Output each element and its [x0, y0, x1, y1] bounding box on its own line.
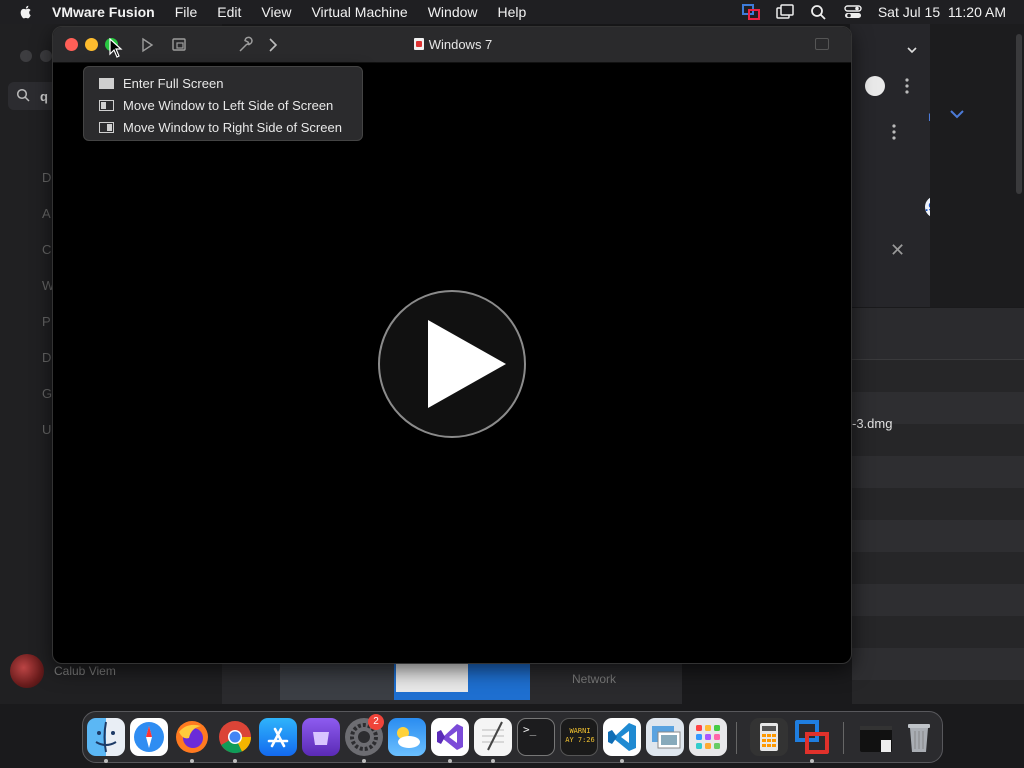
restore-icon[interactable]	[815, 38, 829, 50]
user-name: Calub Viem	[54, 664, 116, 678]
more-icon	[905, 78, 909, 94]
avatar	[10, 654, 44, 688]
dock: >_ WARNI AY 7:26	[82, 711, 943, 763]
menu-item-enter-full-screen[interactable]: Enter Full Screen	[84, 72, 362, 94]
chrome-icon[interactable]	[216, 718, 254, 756]
launchpad-icon[interactable]	[689, 718, 727, 756]
network-label: Network	[572, 672, 617, 686]
tile-left-icon	[99, 99, 114, 111]
background-app-right: rs .99 ✕	[850, 24, 967, 307]
menu-item-move-left[interactable]: Move Window to Left Side of Screen	[84, 94, 362, 116]
terminal-icon[interactable]: >_	[517, 718, 555, 756]
menu-virtual-machine[interactable]: Virtual Machine	[311, 4, 407, 20]
clock[interactable]: Sat Jul 15 11:20 AM	[878, 4, 1006, 20]
user-icon	[865, 76, 885, 96]
purple-app-icon[interactable]	[302, 718, 340, 756]
search-text: q	[40, 89, 48, 104]
vmware-fusion-icon[interactable]	[741, 4, 760, 20]
weather-icon[interactable]	[388, 718, 426, 756]
control-center-icon[interactable]	[844, 4, 862, 20]
firefox-icon[interactable]	[173, 718, 211, 756]
more-icon	[892, 124, 896, 140]
window-tiling-menu: Enter Full Screen Move Window to Left Si…	[83, 66, 363, 141]
file-name: -3.dmg	[852, 416, 893, 431]
menu-file[interactable]: File	[175, 4, 198, 20]
notification-badge: 2	[368, 714, 384, 730]
trash-icon[interactable]	[900, 718, 938, 756]
app-store-icon[interactable]	[259, 718, 297, 756]
menu-view[interactable]: View	[261, 4, 291, 20]
menu-app-name[interactable]: VMware Fusion	[52, 4, 155, 20]
menu-item-label: Move Window to Right Side of Screen	[123, 119, 342, 135]
vm-titlebar: Windows 7	[53, 27, 851, 63]
mouse-cursor-icon	[109, 38, 123, 58]
play-button[interactable]	[378, 290, 526, 438]
preview-icon[interactable]	[646, 718, 684, 756]
console-line: AY 7:26	[565, 736, 595, 744]
chevron-down-icon	[950, 110, 964, 119]
chevron-down-icon	[907, 47, 917, 54]
screen-mirror-icon[interactable]	[776, 4, 794, 20]
menu-item-move-right[interactable]: Move Window to Right Side of Screen	[84, 116, 362, 138]
menu-help[interactable]: Help	[498, 4, 527, 20]
tile-right-icon	[99, 121, 114, 133]
fullscreen-icon	[99, 77, 114, 89]
window-title-text: Windows 7	[428, 37, 493, 52]
console-icon[interactable]: WARNI AY 7:26	[560, 718, 598, 756]
background-app-far-right	[930, 24, 1024, 307]
desktop: { "menubar": { "app_name": "VMware Fusio…	[0, 0, 1024, 768]
menu-bar: VMware Fusion File Edit View Virtual Mac…	[0, 0, 1024, 24]
visual-studio-icon[interactable]	[431, 718, 469, 756]
calculator-icon[interactable]	[750, 718, 788, 756]
finder-icon[interactable]	[87, 718, 125, 756]
background-bottom-strip: Network	[222, 664, 682, 704]
menu-item-label: Enter Full Screen	[123, 75, 224, 91]
window-title: Windows 7	[53, 27, 851, 63]
vmware-fusion-icon[interactable]	[793, 718, 831, 756]
textedit-icon[interactable]	[474, 718, 512, 756]
status-area: Sat Jul 15 11:20 AM	[741, 0, 1006, 24]
vscode-icon[interactable]	[603, 718, 641, 756]
background-file-list: -3.dmg	[852, 308, 1024, 704]
menu-edit[interactable]: Edit	[217, 4, 241, 20]
safari-icon[interactable]	[130, 718, 168, 756]
apple-menu-icon[interactable]	[18, 4, 34, 20]
close-icon: ✕	[890, 240, 906, 260]
downloads-folder-icon[interactable]	[857, 718, 895, 756]
scrollbar	[1016, 34, 1022, 194]
menu-item-label: Move Window to Left Side of Screen	[123, 97, 334, 113]
window-thumbnail-white	[396, 664, 468, 692]
console-line: WARNI	[569, 727, 591, 735]
terminal-prompt: >_	[523, 723, 537, 736]
search-icon[interactable]	[810, 4, 828, 20]
play-button-icon	[428, 320, 506, 408]
file-list-header	[852, 308, 1024, 360]
vm-document-icon	[413, 38, 424, 50]
menu-window[interactable]: Window	[428, 4, 478, 20]
search-icon	[16, 88, 30, 102]
